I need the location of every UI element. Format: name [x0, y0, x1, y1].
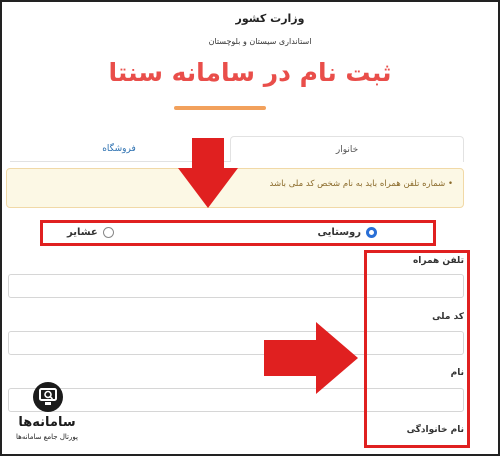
radio-rural-label: روستایی — [317, 227, 361, 238]
tab-household[interactable]: خانوار — [230, 136, 464, 162]
residence-type-radio-group: روستایی عشایر — [40, 220, 436, 246]
radio-rural[interactable]: روستایی — [317, 227, 377, 238]
right-arrow-icon — [264, 322, 358, 394]
radio-rural-circle[interactable] — [366, 227, 377, 238]
last-name-label: نام خانوادگی — [406, 425, 464, 435]
national-code-input[interactable] — [8, 331, 464, 355]
site-logo: سامانه‌ها پورتال جامع سامانه‌ها — [8, 382, 86, 446]
radio-nomadic[interactable]: عشایر — [67, 227, 114, 238]
first-name-label: نام — [450, 368, 464, 378]
ministry-header: وزارت کشور استانداری سیستان و بلوچستان — [0, 12, 500, 46]
radio-nomadic-label: عشایر — [67, 227, 98, 238]
logo-name: سامانه‌ها — [18, 415, 76, 430]
radio-nomadic-circle[interactable] — [102, 227, 114, 238]
page-title: ثبت نام در سامانه سنتا — [108, 58, 392, 87]
national-code-label: کد ملی — [432, 312, 464, 322]
logo-tagline: پورتال جامع سامانه‌ها — [16, 433, 78, 441]
mobile-input[interactable] — [8, 274, 464, 298]
province-name: استانداری سیستان و بلوچستان — [208, 37, 312, 46]
monitor-search-icon — [39, 388, 57, 405]
down-arrow-icon — [178, 138, 238, 208]
logo-icon — [33, 382, 63, 412]
mobile-label: تلفن همراه — [412, 256, 464, 266]
title-underline — [174, 106, 266, 110]
ministry-name: وزارت کشور — [235, 12, 305, 25]
